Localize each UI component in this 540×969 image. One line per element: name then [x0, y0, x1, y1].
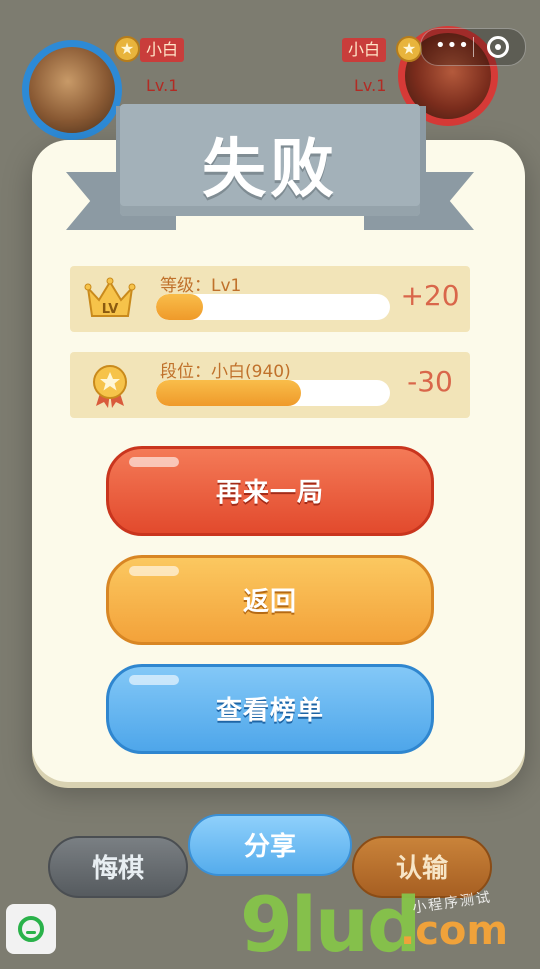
crown-icon: LV: [84, 277, 136, 317]
rank-delta: -30: [407, 365, 453, 398]
rank-progress-fill: [156, 380, 302, 406]
mini-program-capsule: •••: [420, 28, 526, 66]
close-icon[interactable]: [487, 36, 509, 58]
rank-stat-row: 段位：小白(940) -30: [70, 352, 470, 418]
mini-program-icon[interactable]: [6, 904, 56, 954]
medal-icon: [93, 365, 127, 408]
level-progress-bar: [156, 294, 390, 320]
level-label: 等级：Lv1: [160, 276, 242, 296]
star-icon: ★: [396, 36, 422, 62]
smile-icon: [26, 931, 36, 934]
play-again-button[interactable]: 再来一局: [106, 446, 434, 536]
player-name-right: 小白: [342, 38, 387, 62]
back-button[interactable]: 返回: [106, 555, 434, 645]
svg-text:LV: LV: [102, 302, 119, 317]
watermark-logo: 9lud: [240, 880, 421, 969]
leaderboard-button[interactable]: 查看榜单: [106, 664, 434, 754]
player-avatar-left[interactable]: [22, 40, 122, 140]
player-name-left: 小白: [140, 38, 185, 62]
more-icon[interactable]: •••: [435, 35, 470, 56]
ring-icon: [18, 916, 44, 942]
level-stat-row: LV 等级：Lv1 +20: [70, 266, 470, 332]
star-icon: ★: [114, 36, 140, 62]
share-button[interactable]: 分享: [188, 814, 352, 876]
capsule-divider: [473, 37, 474, 57]
rank-progress-bar: [156, 380, 390, 406]
result-title: 失败: [202, 133, 338, 207]
rank-label: 段位：小白(940): [160, 362, 291, 382]
level-progress-fill: [156, 294, 203, 320]
player-level-left: Lv.1: [146, 76, 179, 95]
level-delta: +20: [400, 279, 460, 312]
player-level-right: Lv.1: [354, 76, 387, 95]
undo-button[interactable]: 悔棋: [48, 836, 188, 898]
